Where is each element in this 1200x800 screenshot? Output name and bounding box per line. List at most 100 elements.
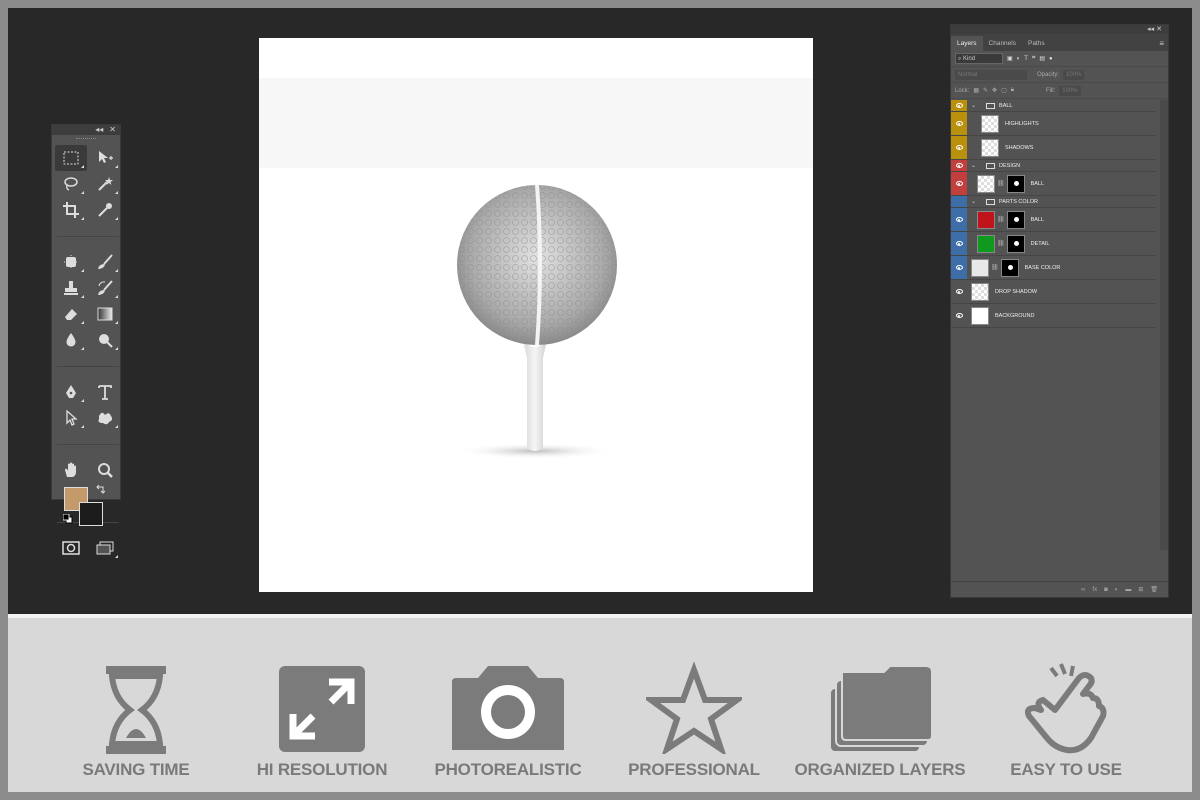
layer-group-design[interactable]: ⌄ DESIGN	[951, 160, 1156, 172]
fill-color-thumbnail[interactable]	[977, 234, 995, 253]
filter-pixel-icon[interactable]: ▣	[1007, 55, 1013, 62]
scrollbar[interactable]	[1160, 100, 1168, 550]
new-group-icon[interactable]: ▬	[1125, 587, 1131, 593]
type-tool-icon[interactable]	[89, 379, 121, 405]
fill-color-thumbnail[interactable]	[971, 258, 989, 277]
visibility-eye-icon[interactable]	[951, 256, 967, 279]
pen-tool-icon[interactable]	[55, 379, 87, 405]
lock-all-icon[interactable]: 🔒︎	[1011, 87, 1014, 94]
lock-transparency-icon[interactable]: ▦	[973, 87, 979, 94]
fx-icon[interactable]: fx	[1092, 587, 1097, 593]
fill-label: Fill:	[1045, 87, 1056, 94]
tab-channels[interactable]: Channels	[983, 36, 1022, 51]
filter-kind-select[interactable]: ⌕ Kind	[955, 53, 1003, 64]
collapse-icon[interactable]: ◂◂	[95, 125, 103, 135]
magic-wand-tool-icon[interactable]	[89, 171, 121, 197]
healing-brush-tool-icon[interactable]	[55, 249, 87, 275]
link-icon[interactable]: ⛓	[997, 180, 1005, 187]
layer-group-parts-color[interactable]: ⌄ PARTS COLOR	[951, 196, 1156, 208]
history-brush-tool-icon[interactable]	[89, 275, 121, 301]
gradient-tool-icon[interactable]	[89, 301, 121, 327]
eyedropper-tool-icon[interactable]	[89, 197, 121, 223]
layer-mask-thumbnail[interactable]	[1000, 258, 1019, 277]
layer-drop-shadow[interactable]: DROP SHADOW	[951, 280, 1156, 304]
add-mask-icon[interactable]: ◙	[1104, 587, 1108, 593]
golf-ball-on-tee-image	[259, 78, 813, 459]
clone-stamp-tool-icon[interactable]	[55, 275, 87, 301]
crop-tool-icon[interactable]	[55, 197, 87, 223]
visibility-eye-icon[interactable]	[951, 304, 967, 327]
filter-smart-object-icon[interactable]: ▤	[1039, 55, 1045, 62]
panel-grip[interactable]	[52, 135, 120, 143]
visibility-eye-icon[interactable]	[951, 136, 967, 159]
dodge-tool-icon[interactable]	[89, 327, 121, 353]
quick-mask-icon[interactable]	[55, 535, 87, 561]
fill-field[interactable]: 100%	[1059, 85, 1081, 96]
filter-toggle-icon[interactable]: ●	[1049, 56, 1053, 62]
fill-color-thumbnail[interactable]	[977, 210, 995, 229]
color-swatches	[55, 483, 121, 527]
swap-colors-icon[interactable]	[95, 485, 105, 495]
visibility-eye-icon[interactable]	[951, 232, 967, 255]
path-selection-tool-icon[interactable]	[55, 405, 87, 431]
visibility-eye-icon[interactable]	[951, 160, 967, 171]
layer-mask-thumbnail[interactable]	[1006, 174, 1025, 193]
lock-pixels-icon[interactable]: ✎	[983, 87, 988, 94]
filter-shape-icon[interactable]: ⌗	[1032, 55, 1035, 62]
move-tool-icon[interactable]	[89, 145, 121, 171]
layer-base-color[interactable]: ⛓ BASE COLOR	[951, 256, 1156, 280]
tab-layers[interactable]: Layers	[951, 36, 983, 51]
link-icon[interactable]: ⛓	[997, 240, 1005, 247]
tab-paths[interactable]: Paths	[1022, 36, 1051, 51]
chevron-down-icon[interactable]: ⌄	[971, 198, 976, 205]
close-icon[interactable]: ✕	[109, 125, 116, 135]
new-layer-icon[interactable]: ⊞	[1138, 586, 1143, 593]
visibility-eye-icon[interactable]	[951, 280, 967, 303]
default-colors-icon[interactable]	[63, 514, 73, 524]
layer-highlights[interactable]: HIGHLIGHTS	[951, 112, 1156, 136]
adjustment-layer-icon[interactable]: ◐	[1115, 587, 1119, 593]
visibility-eye-icon[interactable]	[951, 172, 967, 195]
brush-tool-icon[interactable]	[89, 249, 121, 275]
visibility-eye-icon[interactable]	[951, 196, 967, 207]
screen-mode-icon[interactable]	[89, 535, 121, 561]
layer-parts-detail[interactable]: ⛓ DETAIL	[951, 232, 1156, 256]
layer-group-ball[interactable]: ⌄ BALL	[951, 100, 1156, 112]
layer-design-ball[interactable]: ⛓ BALL	[951, 172, 1156, 196]
custom-shape-tool-icon[interactable]	[89, 405, 121, 431]
chevron-down-icon[interactable]: ⌄	[971, 162, 976, 169]
trash-icon[interactable]: 🗑︎	[1150, 586, 1158, 593]
document-canvas[interactable]	[259, 38, 813, 592]
blur-tool-icon[interactable]	[55, 327, 87, 353]
lock-artboard-icon[interactable]: ▢	[1001, 87, 1007, 94]
feature-label: PROFESSIONAL	[628, 760, 760, 779]
zoom-tool-icon[interactable]	[89, 457, 121, 483]
layer-shadows[interactable]: SHADOWS	[951, 136, 1156, 160]
layer-mask-thumbnail[interactable]	[1006, 234, 1025, 253]
visibility-eye-icon[interactable]	[951, 100, 967, 111]
link-layers-icon[interactable]: ∞	[1081, 587, 1085, 593]
showcase-frame: ◂◂ ✕ ◂◂ ✕ Layers Channels Paths ≡ ⌕ Kind…	[0, 0, 1200, 800]
filter-type-icon[interactable]: T	[1024, 56, 1028, 62]
background-color-swatch[interactable]	[79, 502, 103, 526]
layer-parts-ball[interactable]: ⛓ BALL	[951, 208, 1156, 232]
link-icon[interactable]: ⛓	[997, 216, 1005, 223]
panel-menu-icon[interactable]: ≡	[1159, 36, 1168, 51]
panel-collapse-bar[interactable]: ◂◂ ✕	[951, 25, 1168, 34]
filter-adjustment-icon[interactable]: ◐	[1017, 56, 1021, 62]
eraser-tool-icon[interactable]	[55, 301, 87, 327]
layer-background[interactable]: BACKGROUND	[951, 304, 1156, 328]
chevron-down-icon[interactable]: ⌄	[971, 102, 976, 109]
feature-label: ORGANIZED LAYERS	[794, 760, 966, 779]
link-icon[interactable]: ⛓	[991, 264, 999, 271]
blend-mode-select[interactable]: Normal	[955, 69, 1027, 80]
rectangular-marquee-tool-icon[interactable]	[55, 145, 87, 171]
opacity-field[interactable]: 100%	[1063, 69, 1085, 80]
layer-mask-thumbnail[interactable]	[1006, 210, 1025, 229]
hand-tool-icon[interactable]	[55, 457, 87, 483]
lasso-tool-icon[interactable]	[55, 171, 87, 197]
feature-label: EASY TO USE	[1010, 760, 1122, 779]
visibility-eye-icon[interactable]	[951, 208, 967, 231]
visibility-eye-icon[interactable]	[951, 112, 967, 135]
lock-position-icon[interactable]: ✥	[992, 87, 997, 94]
